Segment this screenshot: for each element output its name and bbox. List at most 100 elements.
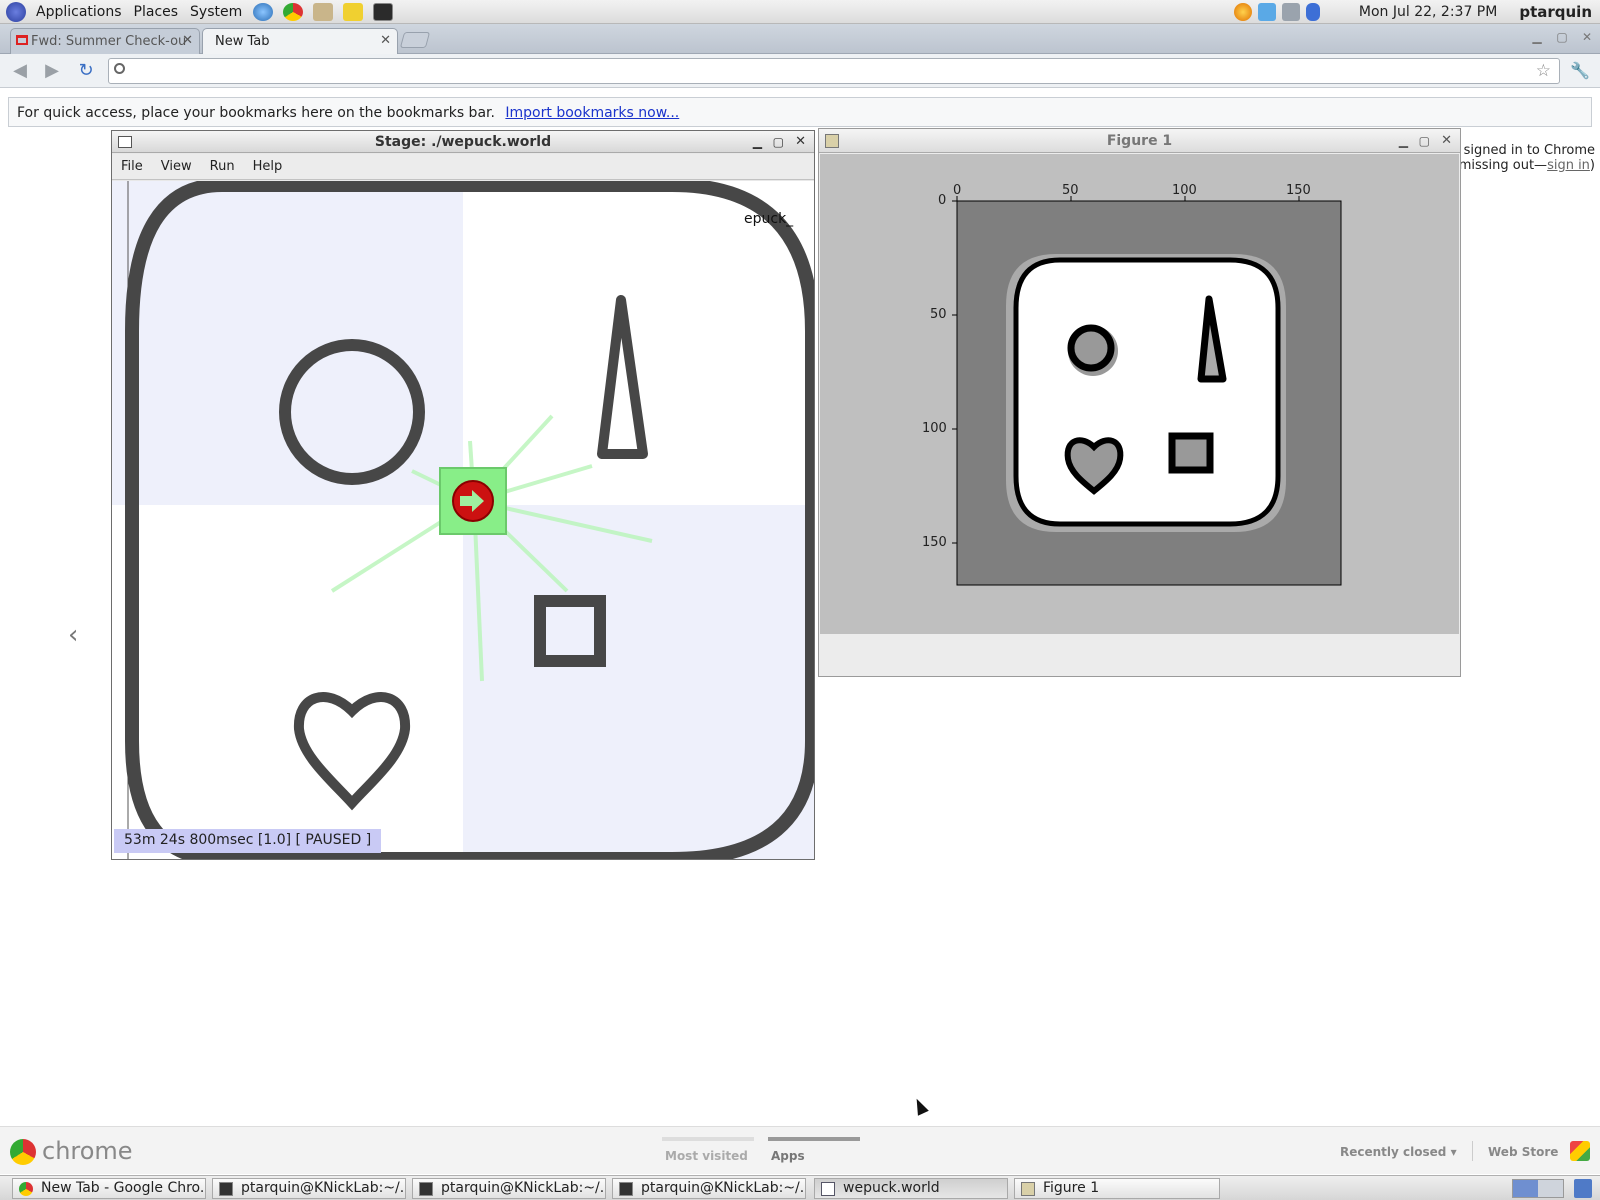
notes-launcher-icon[interactable] — [343, 2, 364, 21]
top-panel: Applications Places System Mon Jul 22, 2… — [0, 0, 1600, 24]
close-icon[interactable]: ✕ — [795, 131, 806, 153]
figure-window: Figure 1 ▁ ▢ ✕ 0 50 100 150 0 50 100 150 — [818, 128, 1461, 677]
forward-icon[interactable]: ▶ — [40, 60, 64, 82]
matplotlib-icon[interactable] — [825, 134, 839, 148]
y-tick-50: 50 — [930, 307, 947, 322]
mail-launcher-icon[interactable] — [313, 2, 334, 21]
import-bookmarks-link[interactable]: Import bookmarks now... — [505, 105, 679, 121]
apps-indicator — [768, 1137, 860, 1141]
signin-line1: signed in to Chrome — [1463, 143, 1595, 158]
minimize-icon[interactable]: ▁ — [1399, 129, 1408, 153]
workspace-switcher[interactable] — [1512, 1179, 1564, 1198]
ntp-tab-apps[interactable]: Apps — [771, 1149, 805, 1163]
back-icon[interactable]: ◀ — [8, 60, 32, 82]
window-menu-icon[interactable] — [118, 136, 132, 148]
stage-menu-file[interactable]: File — [112, 159, 152, 174]
reload-icon[interactable]: ↻ — [74, 60, 98, 82]
tab-gmail[interactable]: Fwd: Summer Check-ou ✕ — [10, 28, 200, 54]
gnome-foot-icon[interactable] — [6, 1, 26, 22]
stage-menubar: File View Run Help — [112, 154, 814, 180]
taskbar-item-figure-1[interactable]: Figure 1 — [1014, 1178, 1220, 1199]
window-icon — [821, 1182, 835, 1196]
floor-quadrant-tl — [112, 181, 463, 505]
x-tick-50: 50 — [1062, 183, 1079, 198]
bottom-panel: New Tab - Google Chro... ptarquin@KNickL… — [0, 1175, 1600, 1200]
chrome-wordmark: chrome — [42, 1137, 133, 1165]
clock[interactable]: Mon Jul 22, 2:37 PM — [1359, 4, 1497, 20]
figure-titlebar[interactable]: Figure 1 ▁ ▢ ✕ — [819, 129, 1460, 153]
y-tick-150: 150 — [922, 535, 947, 550]
close-icon[interactable]: ✕ — [182, 33, 193, 48]
map-square — [1168, 432, 1214, 474]
most-visited-indicator — [662, 1137, 754, 1141]
taskbar-item-terminal-1[interactable]: ptarquin@KNickLab:~/... — [212, 1178, 406, 1199]
chrome-launcher-icon[interactable] — [283, 2, 304, 21]
bluetooth-icon[interactable] — [1305, 3, 1320, 21]
close-window-icon[interactable]: ✕ — [1578, 30, 1596, 44]
globe-launcher-icon[interactable] — [253, 2, 274, 21]
chrome-logo-icon — [10, 1139, 36, 1165]
wrench-icon[interactable]: 🔧 — [1568, 60, 1592, 82]
system-menu[interactable]: System — [184, 4, 248, 20]
new-tab-button[interactable] — [399, 32, 431, 48]
taskbar-item-terminal-3[interactable]: ptarquin@KNickLab:~/... — [612, 1178, 806, 1199]
search-icon — [114, 63, 125, 74]
minimize-icon[interactable]: ▁ — [753, 131, 762, 153]
taskbar-label: ptarquin@KNickLab:~/... — [641, 1180, 806, 1196]
update-notifier-icon[interactable] — [1233, 3, 1252, 21]
heart-obstacle — [293, 692, 411, 811]
gmail-icon — [16, 35, 28, 45]
user-menu[interactable]: ptarquin — [1519, 3, 1592, 21]
minimize-icon[interactable]: ▁ — [1528, 30, 1546, 44]
bookmarks-notice: For quick access, place your bookmarks h… — [17, 105, 495, 121]
volume-icon[interactable] — [1281, 3, 1300, 21]
map-plot — [952, 196, 1342, 586]
signin-line2: missing out— — [1458, 158, 1548, 173]
tab-title: Fwd: Summer Check-ou — [31, 34, 187, 49]
map-wall — [1013, 257, 1281, 527]
signin-link[interactable]: sign in — [1547, 158, 1590, 173]
close-icon[interactable]: ✕ — [380, 33, 391, 48]
ntp-tab-most-visited[interactable]: Most visited — [665, 1149, 748, 1163]
places-menu[interactable]: Places — [128, 4, 185, 20]
taskbar-label: New Tab - Google Chro... — [41, 1180, 206, 1196]
mouse-cursor-icon — [911, 1096, 929, 1116]
recently-closed-menu[interactable]: Recently closed ▾ — [1340, 1145, 1457, 1159]
applications-menu[interactable]: Applications — [30, 4, 128, 20]
tab-new-tab[interactable]: New Tab ✕ — [202, 28, 398, 54]
web-store-icon[interactable] — [1570, 1141, 1590, 1161]
bookmark-star-icon[interactable]: ☆ — [1536, 61, 1551, 81]
terminal-icon — [419, 1182, 433, 1196]
browser-toolbar: ◀ ▶ ↻ ☆ 🔧 — [0, 54, 1600, 88]
world-view — [112, 181, 814, 859]
stage-menu-help[interactable]: Help — [244, 159, 292, 174]
tab-title: New Tab — [215, 34, 270, 49]
omnibox[interactable]: ☆ — [108, 58, 1560, 84]
maximize-icon[interactable]: ▢ — [1419, 129, 1430, 153]
ntp-prev-page-icon[interactable]: ‹ — [68, 620, 78, 650]
trash-icon[interactable] — [1574, 1179, 1592, 1198]
dropbox-icon[interactable] — [1257, 3, 1276, 21]
x-tick-0: 0 — [953, 183, 962, 198]
taskbar-item-chrome[interactable]: New Tab - Google Chro... — [12, 1178, 206, 1199]
maximize-icon[interactable]: ▢ — [773, 131, 784, 153]
x-tick-100: 100 — [1172, 183, 1197, 198]
y-tick-0: 0 — [938, 193, 947, 208]
terminal-launcher-icon[interactable] — [373, 2, 394, 21]
web-store-link[interactable]: Web Store — [1488, 1145, 1558, 1159]
stage-menu-view[interactable]: View — [152, 159, 201, 174]
divider — [1472, 1141, 1473, 1161]
stage-world-canvas[interactable]: epuck_ 53m 24s 800msec [1.0] [ PAUSED ] — [112, 181, 814, 859]
taskbar-item-wepuck-world[interactable]: wepuck.world — [814, 1178, 1008, 1199]
figure-canvas[interactable]: 0 50 100 150 0 50 100 150 — [820, 154, 1459, 634]
chevron-down-icon: ▾ — [1450, 1145, 1457, 1159]
stage-menu-run[interactable]: Run — [201, 159, 244, 174]
maximize-icon[interactable]: ▢ — [1553, 30, 1571, 44]
close-icon[interactable]: ✕ — [1441, 129, 1452, 153]
figure-window-title: Figure 1 — [1106, 133, 1173, 149]
tab-strip: Fwd: Summer Check-ou ✕ New Tab ✕ ▁ ▢ ✕ — [0, 24, 1600, 54]
taskbar-label: Figure 1 — [1043, 1180, 1100, 1196]
signin-promo: signed in to Chrome missing out—sign in) — [1450, 143, 1595, 173]
stage-titlebar[interactable]: Stage: ./wepuck.world ▁ ▢ ✕ — [112, 131, 814, 153]
taskbar-item-terminal-2[interactable]: ptarquin@KNickLab:~/... — [412, 1178, 606, 1199]
